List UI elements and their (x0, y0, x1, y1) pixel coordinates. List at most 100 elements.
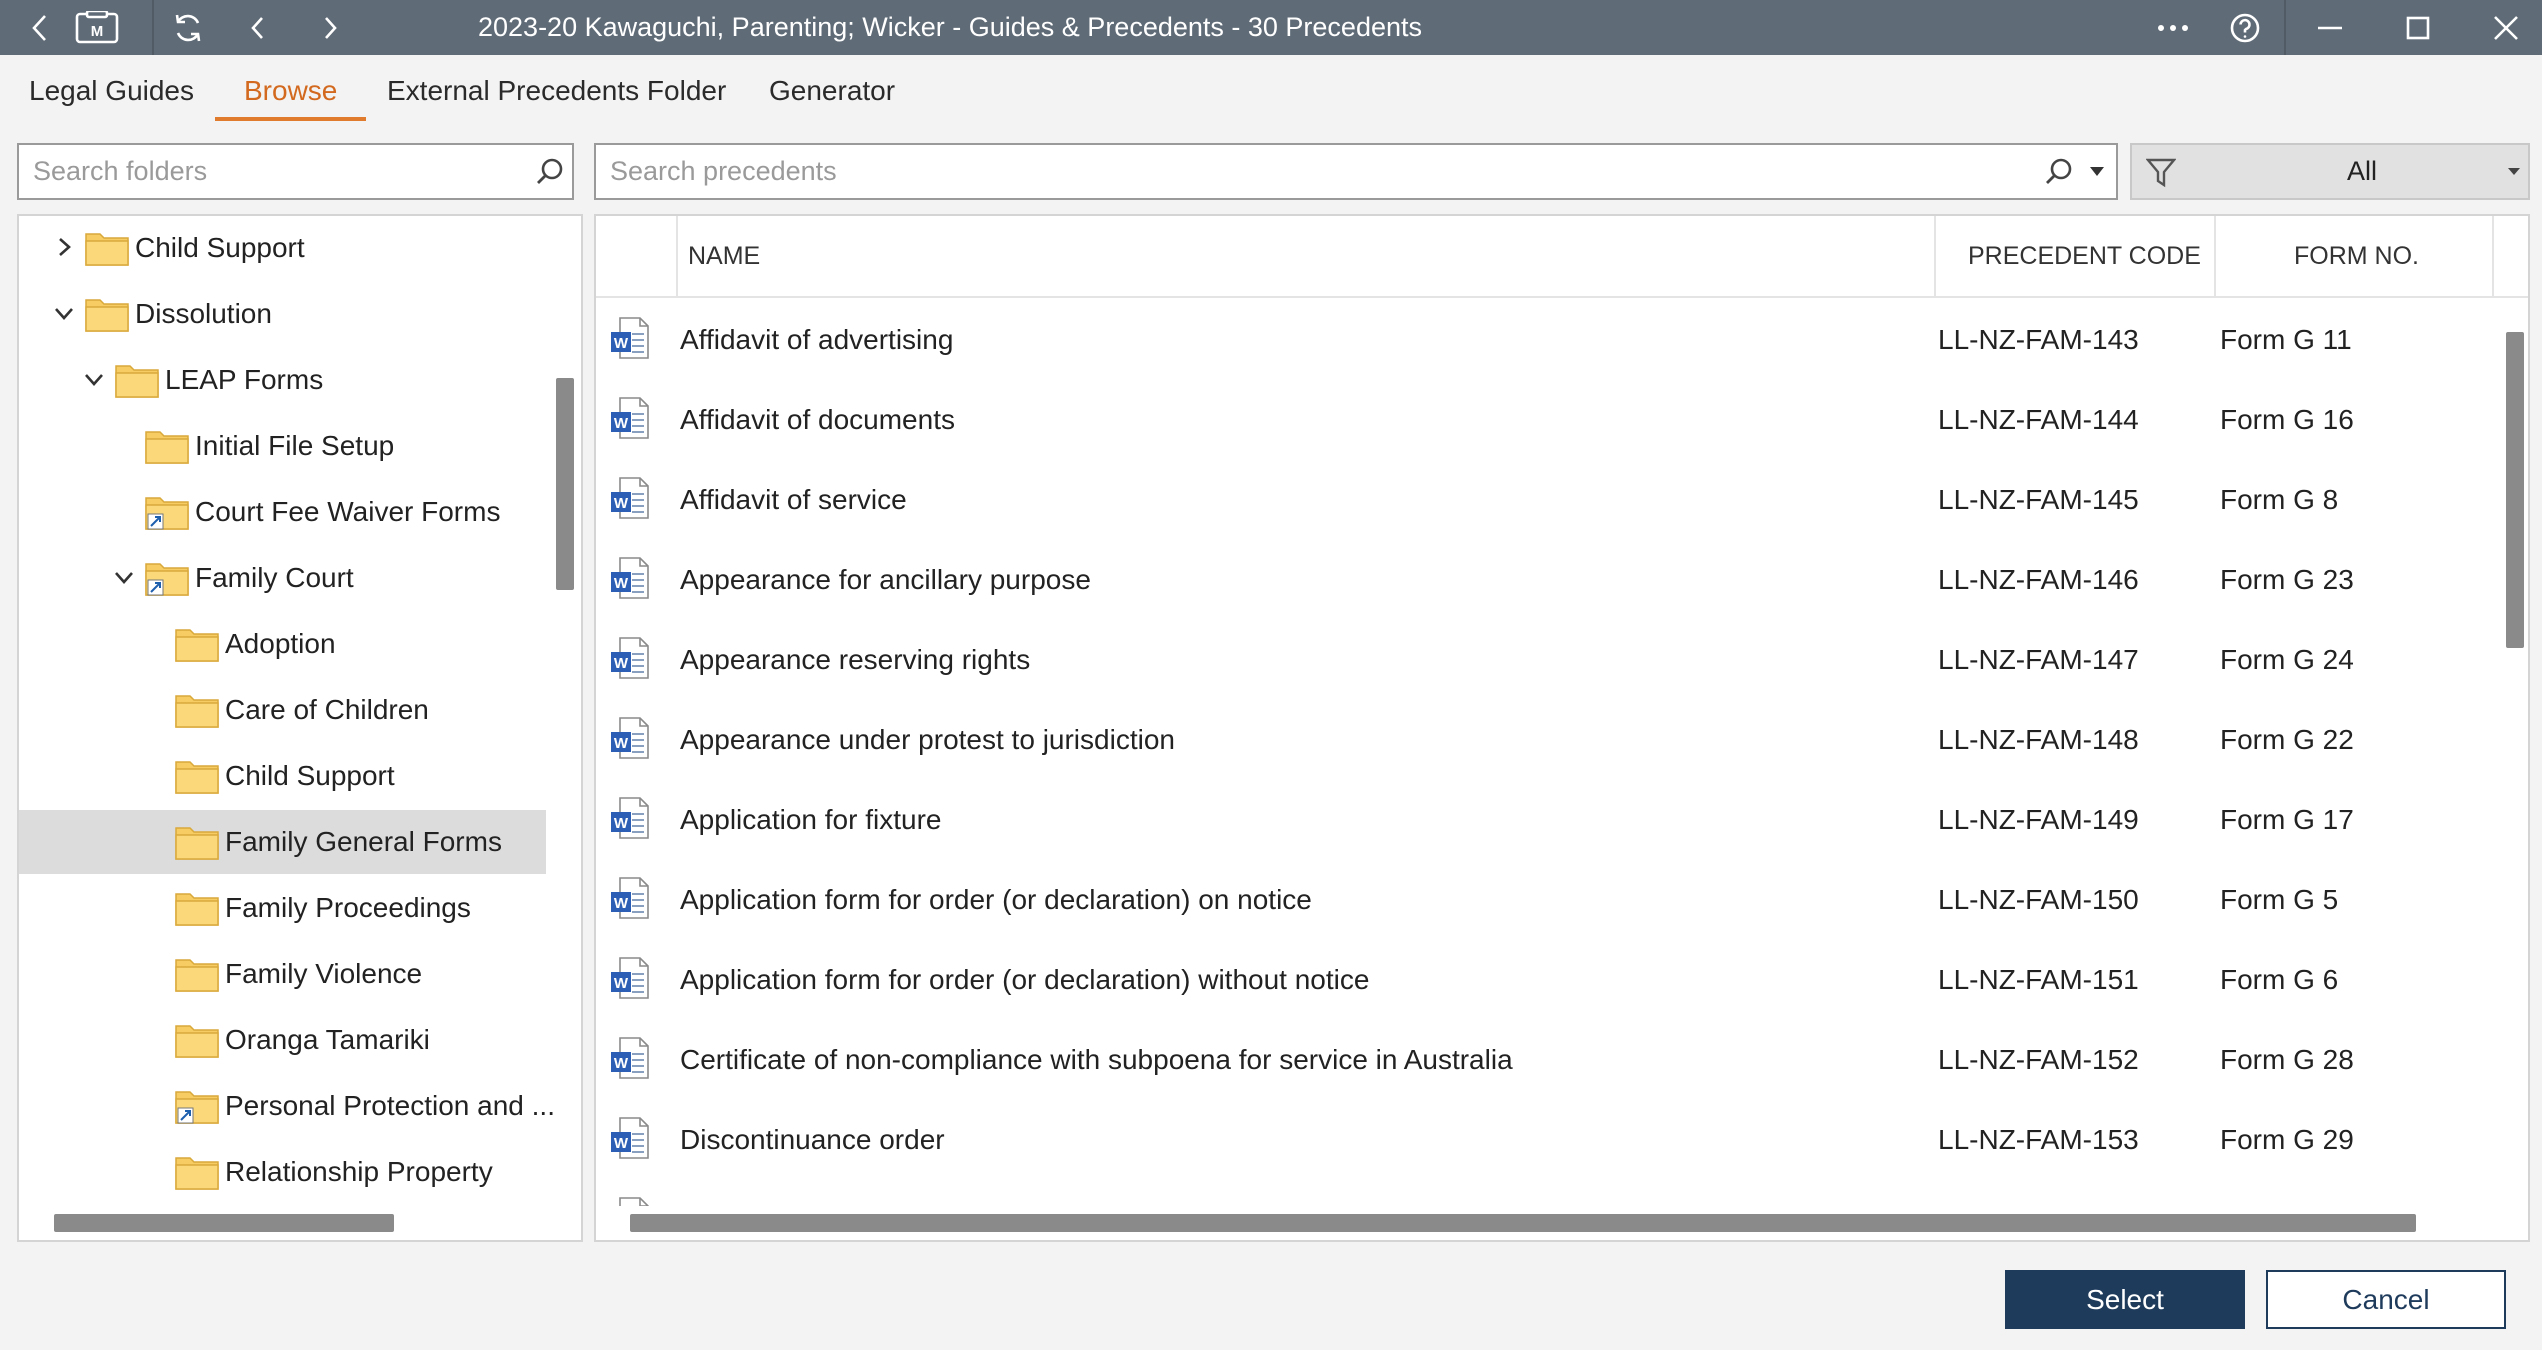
select-button[interactable]: Select (2005, 1270, 2245, 1329)
tree-item[interactable]: LEAP Forms (19, 348, 546, 412)
word-document-icon: W (610, 796, 650, 845)
word-document-icon: W (610, 876, 650, 925)
tree-item[interactable]: Dissolution (19, 282, 546, 346)
tab-generator[interactable]: Generator (740, 69, 924, 121)
svg-text:W: W (614, 975, 629, 992)
chevron-down-icon[interactable] (83, 368, 105, 390)
column-separator (2492, 216, 2494, 296)
minimize-icon[interactable] (2300, 0, 2360, 55)
form-number: Form G 29 (2220, 1124, 2354, 1155)
precedent-row[interactable]: W Application form for order (or declarat… (596, 860, 2528, 940)
close-icon[interactable] (2476, 0, 2536, 55)
list-vertical-scrollbar[interactable] (2506, 332, 2524, 648)
more-options-icon[interactable] (2150, 0, 2196, 55)
filter-dropdown[interactable]: All (2130, 143, 2530, 200)
tab-browse[interactable]: Browse (215, 69, 367, 121)
help-icon[interactable] (2222, 0, 2268, 55)
tree-item[interactable]: Child Support (19, 216, 546, 280)
tree-item[interactable]: Family Violence (19, 942, 546, 1006)
tree-item[interactable]: Family Proceedings (19, 876, 546, 940)
svg-text:W: W (614, 575, 629, 592)
precedent-row[interactable]: W Application form for order (or declarat… (596, 940, 2528, 1020)
tree-item[interactable]: Personal Protection and ... (19, 1074, 555, 1138)
precedent-code: LL-NZ-FAM-149 (1938, 804, 2139, 835)
chevron-down-icon[interactable] (113, 566, 135, 588)
tree-item-label: Initial File Setup (195, 430, 395, 461)
precedent-row[interactable]: W Certificate of non-compliance with subp… (596, 1020, 2528, 1100)
precedent-row[interactable]: W Discontinuance order LL-NZ-FAM-153 Form G… (596, 1100, 2528, 1180)
refresh-icon[interactable] (166, 0, 210, 55)
folder-icon (175, 1154, 219, 1190)
column-separator (676, 216, 678, 296)
precedent-code: LL-NZ-FAM-147 (1938, 644, 2139, 675)
precedent-row[interactable]: W Appearance reserving rights LL-NZ-FAM-14… (596, 620, 2528, 700)
dropdown-arrow-icon[interactable] (2090, 167, 2104, 177)
tree-item[interactable]: Court Fee Waiver Forms (19, 480, 546, 544)
folder-shortcut-icon (145, 494, 189, 530)
tab-legal-guides[interactable]: Legal Guides (0, 69, 223, 121)
folder-icon (85, 296, 129, 332)
precedent-row[interactable]: W Appearance for ancillary purpose LL-NZ-F… (596, 540, 2528, 620)
precedent-code: LL-NZ-FAM-146 (1938, 564, 2139, 595)
previous-icon[interactable] (236, 0, 280, 55)
tab-bar: Legal Guides Browse External Precedents … (0, 55, 2542, 121)
precedent-name: Appearance under protest to jurisdiction (680, 724, 1175, 755)
word-document-icon: W (610, 1196, 650, 1206)
maximize-icon[interactable] (2388, 0, 2448, 55)
form-number: Form G 22 (2220, 724, 2354, 755)
tree-item[interactable]: Adoption (19, 612, 546, 676)
tree-item[interactable]: Child Support (19, 744, 546, 808)
folder-icon (175, 1022, 219, 1058)
form-number: Form G 16 (2220, 404, 2354, 435)
column-header-name[interactable]: NAME (688, 216, 760, 296)
tree-item[interactable]: Family General Forms (19, 810, 546, 874)
folder-search-input[interactable]: Search folders (17, 143, 574, 200)
tree-item-label: LEAP Forms (165, 364, 324, 395)
precedent-code: LL-NZ-FAM-150 (1938, 884, 2139, 915)
list-horizontal-scrollbar[interactable] (630, 1214, 2416, 1232)
tab-external-precedents-folder[interactable]: External Precedents Folder (358, 69, 755, 121)
search-icon[interactable] (2044, 157, 2074, 187)
column-header-precedent-code[interactable]: PRECEDENT CODE (1968, 216, 2201, 296)
form-number: Form G 24 (2220, 644, 2354, 675)
next-icon[interactable] (308, 0, 352, 55)
separator (2284, 0, 2286, 55)
tree-item[interactable]: Initial File Setup (19, 414, 546, 478)
word-document-icon: W (610, 476, 650, 525)
search-icon[interactable] (535, 157, 565, 187)
tree-item-label: Dissolution (135, 298, 272, 329)
word-document-icon: W (610, 1116, 650, 1165)
tree-item[interactable]: Relationship Property (19, 1140, 546, 1204)
precedent-row[interactable]: W Affidavit of service LL-NZ-FAM-145 Form G… (596, 460, 2528, 540)
tree-item-label: Child Support (225, 760, 395, 791)
precedent-name: Affidavit of documents (680, 404, 955, 435)
precedent-search-input[interactable]: Search precedents (594, 143, 2118, 200)
chevron-down-icon[interactable] (53, 302, 75, 324)
tree-horizontal-scrollbar[interactable] (54, 1214, 394, 1232)
precedent-row[interactable]: W Affidavit of advertising LL-NZ-FAM-143 Fo… (596, 300, 2528, 380)
precedent-code: LL-NZ-FAM-145 (1938, 484, 2139, 515)
svg-text:M: M (91, 23, 104, 40)
tree-item[interactable]: Family Court (19, 546, 546, 610)
tree-item[interactable]: Care of Children (19, 678, 546, 742)
svg-text:W: W (614, 815, 629, 832)
folder-icon (175, 692, 219, 728)
tree-item[interactable]: Oranga Tamariki (19, 1008, 546, 1072)
back-arrow-icon[interactable] (18, 0, 62, 55)
column-header-form-no[interactable]: FORM NO. (2294, 216, 2419, 296)
tree-vertical-scrollbar[interactable] (556, 378, 574, 590)
column-separator (2214, 216, 2216, 296)
form-number: Form G 5 (2220, 884, 2339, 915)
precedent-name: Appearance for ancillary purpose (680, 564, 1091, 595)
folder-icon (85, 230, 129, 266)
tree-item-label: Family Court (195, 562, 354, 593)
precedent-row[interactable]: W Affidavit of documents LL-NZ-FAM-144 Form… (596, 380, 2528, 460)
precedent-search-placeholder: Search precedents (610, 156, 837, 186)
matter-icon[interactable]: M (72, 0, 122, 55)
form-number: Form G 11 (2220, 324, 2352, 355)
folder-icon (175, 890, 219, 926)
cancel-button[interactable]: Cancel (2266, 1270, 2506, 1329)
precedent-row[interactable]: W Application for fixture LL-NZ-FAM-149 For… (596, 780, 2528, 860)
precedent-row[interactable]: W Appearance under protest to jurisdictio… (596, 700, 2528, 780)
chevron-right-icon[interactable] (53, 236, 75, 258)
